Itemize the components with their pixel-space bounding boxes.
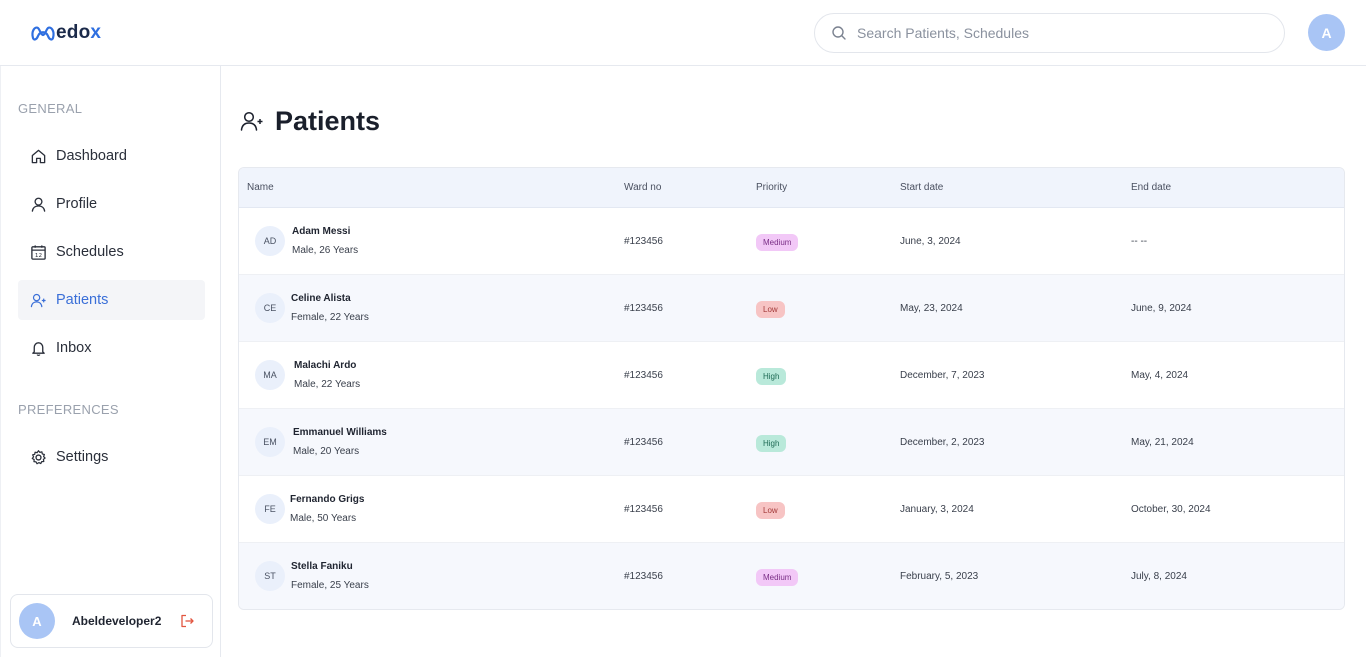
table-row[interactable]: FE Fernando Grigs Male, 50 Years #123456 Low… [239, 476, 1344, 543]
sidebar-item-profile[interactable]: Profile [18, 184, 205, 224]
end-date: -- -- [1131, 236, 1148, 247]
sidebar-item-patients[interactable]: Patients [18, 280, 205, 320]
patient-avatar: ST [255, 561, 285, 591]
sidebar-item-label: Profile [56, 196, 98, 212]
gear-icon [31, 449, 46, 464]
end-date: May, 21, 2024 [1131, 437, 1194, 448]
patient-avatar: MA [255, 360, 285, 390]
patient-details: Male, 20 Years [293, 446, 360, 457]
logout-icon[interactable] [179, 613, 195, 629]
logo-text: edox [56, 22, 102, 43]
end-date: June, 9, 2024 [1131, 303, 1192, 314]
search-placeholder: Search Patients, Schedules [857, 25, 1029, 41]
logo-mark-icon [31, 26, 55, 41]
priority-badge: High [756, 435, 787, 452]
bell-icon [32, 341, 45, 356]
start-date: January, 3, 2024 [900, 504, 974, 515]
start-date: May, 23, 2024 [900, 303, 963, 314]
user-card: A Abeldeveloper2 [10, 594, 213, 648]
search-input[interactable]: Search Patients, Schedules [814, 13, 1285, 53]
user-plus-icon [30, 293, 46, 307]
ward-number: #123456 [624, 303, 663, 314]
table-row[interactable]: CE Celine Alista Female, 22 Years #123456 Lo… [239, 275, 1344, 342]
start-date: June, 3, 2024 [900, 236, 961, 247]
patient-details: Male, 50 Years [290, 513, 357, 524]
patient-details: Female, 22 Years [291, 312, 369, 323]
end-date: October, 30, 2024 [1131, 504, 1211, 515]
column-header-end-date[interactable]: End date [1131, 182, 1171, 193]
priority-badge: Medium [756, 569, 799, 586]
table-row[interactable]: ST Stella Faniku Female, 25 Years #123456 Me… [239, 543, 1344, 609]
ward-number: #123456 [624, 504, 663, 515]
end-date: May, 4, 2024 [1131, 370, 1189, 381]
patient-avatar: CE [255, 293, 285, 323]
calendar-icon: 12 [31, 244, 46, 260]
patients-table: Name Ward no Priority Start date End dat… [238, 167, 1345, 610]
sidebar-item-dashboard[interactable]: Dashboard [18, 136, 205, 176]
user-plus-icon [240, 111, 263, 131]
patient-avatar: FE [255, 494, 285, 524]
page-header: Patients [240, 104, 380, 138]
column-header-name[interactable]: Name [247, 182, 274, 193]
patient-name[interactable]: Celine Alista [291, 293, 351, 304]
sidebar-item-inbox[interactable]: Inbox [18, 328, 205, 368]
ward-number: #123456 [624, 236, 663, 247]
start-date: February, 5, 2023 [900, 571, 979, 582]
ward-number: #123456 [624, 370, 663, 381]
user-avatar[interactable]: A [1308, 14, 1345, 51]
table-header: Name Ward no Priority Start date End dat… [239, 168, 1344, 208]
table-row[interactable]: AD Adam Messi Male, 26 Years #123456 Medium J… [239, 208, 1344, 275]
section-label-preferences: PREFERENCES [18, 402, 119, 417]
patient-name[interactable]: Adam Messi [292, 226, 350, 237]
sidebar: GENERAL Dashboard Profile 12 Schedules P… [0, 66, 221, 657]
patient-name[interactable]: Malachi Ardo [294, 360, 356, 371]
priority-badge: Medium [756, 234, 799, 251]
start-date: December, 2, 2023 [900, 437, 985, 448]
end-date: July, 8, 2024 [1131, 571, 1187, 582]
patient-details: Male, 26 Years [292, 245, 359, 256]
table-row[interactable]: MA Malachi Ardo Male, 22 Years #123456 High D… [239, 342, 1344, 409]
ward-number: #123456 [624, 437, 663, 448]
section-label-general: GENERAL [18, 101, 83, 116]
priority-badge: High [756, 368, 787, 385]
sidebar-item-label: Schedules [56, 244, 124, 260]
priority-badge: Low [756, 301, 785, 318]
sidebar-item-label: Inbox [56, 340, 92, 356]
patient-avatar: EM [255, 427, 285, 457]
column-header-start-date[interactable]: Start date [900, 182, 943, 193]
page-title: Patients [275, 105, 381, 136]
user-icon [31, 197, 46, 212]
priority-badge: Low [756, 502, 785, 519]
patient-name[interactable]: Fernando Grigs [290, 494, 364, 505]
user-name: Abeldeveloper2 [72, 614, 162, 628]
top-header: edox Search Patients, Schedules A [0, 0, 1366, 66]
sidebar-item-label: Dashboard [56, 148, 127, 164]
sidebar-item-schedules[interactable]: 12 Schedules [18, 232, 205, 272]
app-logo[interactable]: edox [30, 22, 101, 44]
svg-text:12: 12 [35, 253, 43, 259]
sidebar-item-label: Patients [56, 292, 109, 308]
patient-avatar: AD [255, 226, 285, 256]
home-icon [31, 149, 46, 163]
ward-number: #123456 [624, 571, 663, 582]
patient-name[interactable]: Emmanuel Williams [293, 427, 387, 438]
patient-name[interactable]: Stella Faniku [291, 561, 353, 572]
sidebar-item-label: Settings [56, 449, 109, 465]
patient-details: Female, 25 Years [291, 580, 369, 591]
patient-details: Male, 22 Years [294, 379, 361, 390]
table-row[interactable]: EM Emmanuel Williams Male, 20 Years #123456… [239, 409, 1344, 476]
column-header-ward[interactable]: Ward no [624, 182, 661, 193]
start-date: December, 7, 2023 [900, 370, 985, 381]
sidebar-item-settings[interactable]: Settings [18, 437, 205, 477]
search-icon [832, 26, 846, 40]
avatar: A [19, 603, 55, 639]
column-header-priority[interactable]: Priority [756, 182, 787, 193]
